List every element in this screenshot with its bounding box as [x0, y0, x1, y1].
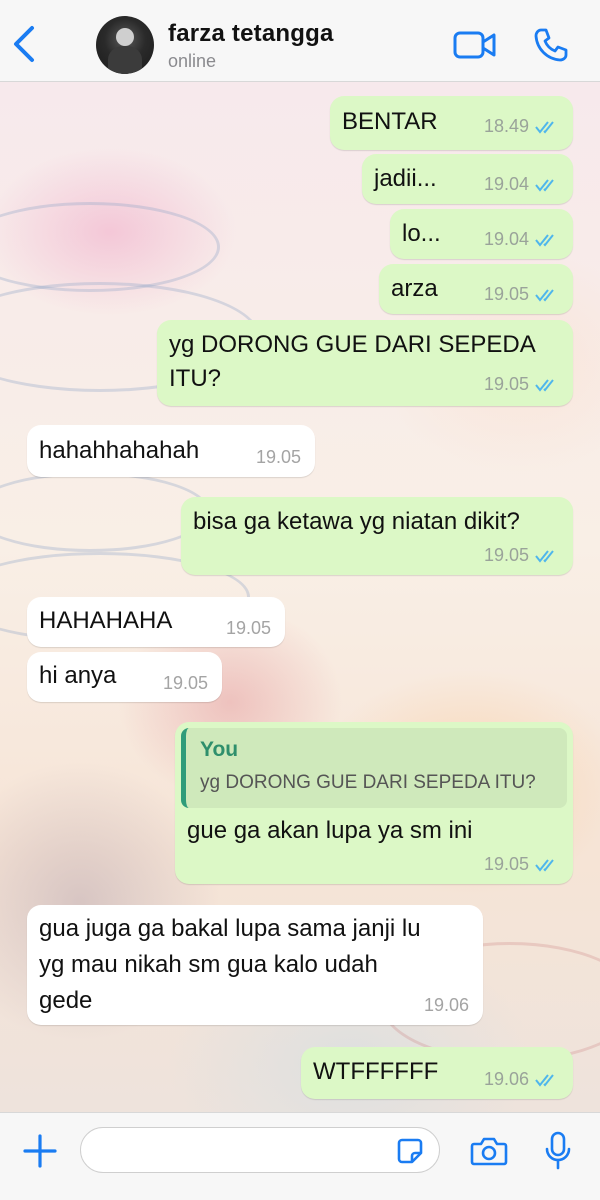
- message-text: hahahhahahah: [39, 437, 200, 464]
- message-bubble-outgoing[interactable]: lo... 19.04: [390, 209, 573, 259]
- message-text-line: yg mau nikah sm gua kalo udah: [39, 951, 378, 978]
- message-time: 19.04: [483, 174, 529, 194]
- video-call-button[interactable]: [452, 28, 498, 62]
- double-check-icon: [535, 549, 554, 563]
- double-check-icon: [535, 1073, 554, 1087]
- contact-status: online: [168, 51, 217, 71]
- quoted-author: You: [200, 738, 239, 761]
- message-time: 19.05: [255, 447, 301, 467]
- message-bubble-outgoing-reply[interactable]: You yg DORONG GUE DARI SEPEDA ITU? gue g…: [175, 722, 573, 884]
- message-bubble-incoming[interactable]: HAHAHAHA 19.05: [27, 597, 285, 647]
- message-text: HAHAHAHA: [39, 607, 173, 634]
- double-check-icon: [535, 178, 554, 192]
- message-text: gue ga akan lupa ya sm ini: [187, 817, 473, 844]
- message-text: WTFFFFFF: [313, 1058, 439, 1085]
- back-button[interactable]: [10, 22, 40, 66]
- video-camera-icon: [453, 31, 496, 59]
- message-text-line: ITU?: [169, 365, 222, 392]
- message-bubble-outgoing[interactable]: WTFFFFFF 19.06: [301, 1047, 573, 1099]
- message-bubble-outgoing[interactable]: jadii... 19.04: [362, 154, 573, 204]
- voice-call-button[interactable]: [532, 26, 570, 64]
- message-time: 19.05: [483, 284, 529, 304]
- attach-button[interactable]: [22, 1133, 58, 1169]
- double-check-icon: [535, 858, 554, 872]
- message-bubble-outgoing[interactable]: yg DORONG GUE DARI SEPEDA ITU? 19.05: [157, 320, 573, 406]
- message-bubble-outgoing[interactable]: BENTAR 18.49: [330, 96, 573, 150]
- message-text: lo...: [402, 220, 441, 247]
- sticker-icon: [397, 1138, 423, 1164]
- message-time: 19.05: [162, 673, 208, 693]
- composer-bar: [0, 1112, 600, 1200]
- message-time: 19.05: [483, 545, 529, 565]
- sticker-button[interactable]: [396, 1137, 424, 1165]
- quoted-text: yg DORONG GUE DARI SEPEDA ITU?: [200, 772, 536, 793]
- chat-header: farza tetangga online: [0, 0, 600, 82]
- message-text-line: gua juga ga bakal lupa sama janji lu: [39, 915, 421, 942]
- double-check-icon: [535, 120, 554, 134]
- message-input[interactable]: [80, 1127, 440, 1173]
- message-time: 18.49: [483, 116, 529, 136]
- message-text: BENTAR: [342, 108, 438, 135]
- message-bubble-incoming[interactable]: gua juga ga bakal lupa sama janji lu yg …: [27, 905, 483, 1025]
- microphone-icon: [545, 1131, 571, 1170]
- message-time: 19.06: [483, 1069, 529, 1089]
- message-bubble-incoming[interactable]: hahahhahahah 19.05: [27, 425, 315, 477]
- camera-button[interactable]: [470, 1135, 508, 1167]
- double-check-icon: [535, 378, 554, 392]
- message-text: arza: [391, 275, 438, 302]
- message-text: hi anya: [39, 662, 117, 689]
- message-text-line: gede: [39, 987, 93, 1014]
- message-bubble-incoming[interactable]: hi anya 19.05: [27, 652, 222, 702]
- double-check-icon: [535, 288, 554, 302]
- contact-avatar[interactable]: [96, 16, 154, 74]
- voice-message-button[interactable]: [544, 1131, 572, 1171]
- phone-icon: [534, 28, 568, 62]
- camera-icon: [470, 1137, 508, 1166]
- quoted-message[interactable]: You yg DORONG GUE DARI SEPEDA ITU?: [181, 728, 567, 808]
- message-time: 19.05: [225, 618, 271, 638]
- message-text: jadii...: [374, 165, 437, 192]
- message-bubble-outgoing[interactable]: bisa ga ketawa yg niatan dikit? 19.05: [181, 497, 573, 575]
- message-time: 19.05: [483, 374, 529, 394]
- message-time: 19.04: [483, 229, 529, 249]
- chevron-left-icon: [14, 26, 34, 62]
- message-time: 19.06: [423, 995, 469, 1015]
- contact-name[interactable]: farza tetangga: [168, 20, 334, 48]
- plus-icon: [23, 1134, 57, 1168]
- double-check-icon: [535, 233, 554, 247]
- message-text-line: yg DORONG GUE DARI SEPEDA: [169, 331, 536, 358]
- message-time: 19.05: [483, 854, 529, 874]
- message-bubble-outgoing[interactable]: arza 19.05: [379, 264, 573, 314]
- message-text: bisa ga ketawa yg niatan dikit?: [193, 508, 520, 535]
